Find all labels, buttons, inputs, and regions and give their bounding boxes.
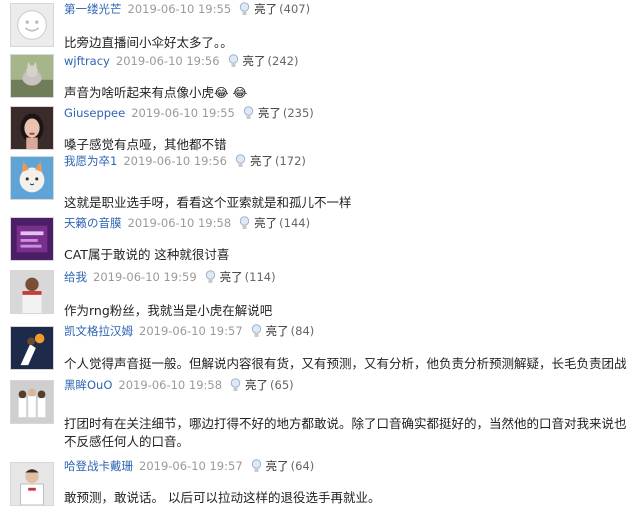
comment-text: 声音为啥听起来有点像小虎😂 😂 — [64, 85, 248, 100]
comment-time: 2019-06-10 19:55 — [131, 106, 235, 120]
like-count: (114) — [244, 270, 276, 284]
like-button[interactable]: 亮了 (407) — [239, 1, 310, 17]
username-link[interactable]: 凯文格拉汉姆 — [64, 323, 133, 339]
like-button[interactable]: 亮了 (114) — [205, 269, 276, 285]
lightbulb-icon — [239, 1, 250, 15]
username-link[interactable]: wjftracy — [64, 54, 110, 68]
comment-meta: 哈登战卡戴珊 2019-06-10 19:57 亮了 (64) — [64, 457, 314, 475]
cartoon-cat-avatar[interactable] — [10, 156, 54, 200]
comment-meta: 凯文格拉汉姆 2019-06-10 19:57 亮了 (84) — [64, 322, 314, 340]
dunk-photo-avatar[interactable] — [10, 326, 54, 370]
like-button[interactable]: 亮了 (235) — [243, 105, 314, 121]
player-photo-avatar[interactable] — [10, 462, 54, 506]
username-link[interactable]: Giuseppee — [64, 106, 125, 120]
comment-time: 2019-06-10 19:56 — [123, 154, 227, 168]
comment-meta: 第一缕光芒 2019-06-10 19:55 亮了 (407) — [64, 0, 310, 18]
comment-text: 个人觉得声音挺一般。但解说内容很有货，又有预测，又有分析，他负责分析预测解疑，长… — [64, 356, 627, 371]
username-link[interactable]: 我愿为卒1 — [64, 153, 117, 169]
comment-meta: Giuseppee 2019-06-10 19:55 亮了 (235) — [64, 104, 314, 122]
comment-time: 2019-06-10 19:55 — [127, 2, 232, 16]
lightbulb-icon — [239, 215, 250, 229]
comment-time: 2019-06-10 19:58 — [127, 216, 232, 230]
basketball-player-avatar[interactable] — [10, 270, 54, 314]
lightbulb-icon — [205, 269, 215, 283]
comment-time: 2019-06-10 19:56 — [115, 54, 220, 68]
comment-text: 这就是职业选手呀，看看这个亚索就是和孤儿不一样 — [64, 195, 352, 210]
comment-text: CAT属于敢说的 这种就很讨喜 — [64, 247, 230, 262]
comment-text: 作为rng粉丝，我就当是小虎在解说吧 — [64, 303, 273, 318]
username-link[interactable]: 给我 — [64, 269, 87, 285]
comment-time: 2019-06-10 19:58 — [118, 378, 223, 392]
like-label: 亮了 — [242, 54, 266, 68]
like-count: (172) — [274, 154, 306, 168]
lightbulb-icon — [230, 377, 241, 391]
like-count: (65) — [270, 378, 294, 392]
like-button[interactable]: 亮了 (144) — [239, 215, 310, 231]
username-link[interactable]: 哈登战卡戴珊 — [64, 458, 133, 474]
lightbulb-icon — [251, 458, 261, 472]
comment-time: 2019-06-10 19:59 — [93, 270, 197, 284]
like-label: 亮了 — [265, 459, 289, 473]
like-button[interactable]: 亮了 (242) — [228, 53, 299, 69]
like-label: 亮了 — [254, 2, 278, 16]
like-button[interactable]: 亮了 (172) — [235, 153, 306, 169]
like-count: (64) — [290, 459, 315, 473]
username-link[interactable]: 第一缕光芒 — [64, 1, 122, 17]
like-label: 亮了 — [249, 154, 273, 168]
comment-meta: wjftracy 2019-06-10 19:56 亮了 (242) — [64, 52, 298, 70]
poster-avatar[interactable] — [10, 217, 54, 261]
like-count: (144) — [279, 216, 311, 230]
username-link[interactable]: 天籁の音膜 — [64, 215, 122, 231]
comment-meta: 黑眸OuO 2019-06-10 19:58 亮了 (65) — [64, 376, 294, 394]
team-photo-avatar[interactable] — [10, 380, 54, 424]
comment-text: 敢预测，敢说话。 以后可以拉动这样的退役选手再就业。 — [64, 490, 381, 505]
default-face-avatar[interactable] — [10, 3, 54, 47]
username-link[interactable]: 黑眸OuO — [64, 377, 112, 393]
lightbulb-icon — [251, 323, 261, 337]
cat-photo-avatar[interactable] — [10, 54, 54, 98]
lightbulb-icon — [228, 53, 238, 67]
like-label: 亮了 — [265, 324, 289, 338]
like-button[interactable]: 亮了 (65) — [230, 377, 294, 393]
comment-text: 比旁边直播间小伞好太多了。。 — [64, 35, 233, 50]
comment-time: 2019-06-10 19:57 — [139, 459, 243, 473]
like-label: 亮了 — [254, 216, 278, 230]
like-button[interactable]: 亮了 (64) — [251, 458, 315, 474]
like-button[interactable]: 亮了 (84) — [251, 323, 315, 339]
like-count: (84) — [290, 324, 315, 338]
comment-meta: 给我 2019-06-10 19:59 亮了 (114) — [64, 268, 276, 286]
like-count: (407) — [279, 2, 311, 16]
comment-meta: 我愿为卒1 2019-06-10 19:56 亮了 (172) — [64, 152, 306, 170]
comment-time: 2019-06-10 19:57 — [139, 324, 243, 338]
comment-meta: 天籁の音膜 2019-06-10 19:58 亮了 (144) — [64, 214, 310, 232]
woman-photo-avatar[interactable] — [10, 106, 54, 150]
like-label: 亮了 — [245, 378, 269, 392]
like-label: 亮了 — [219, 270, 243, 284]
comment-text: 嗓子感觉有点哑，其他都不错 — [64, 137, 227, 152]
like-count: (242) — [267, 54, 299, 68]
lightbulb-icon — [235, 153, 246, 167]
like-label: 亮了 — [257, 106, 281, 120]
like-count: (235) — [282, 106, 314, 120]
lightbulb-icon — [243, 105, 254, 119]
comment-text: 打团时有在关注细节，哪边打得不好的地方都敢说。除了口音确实都挺好的，当然他的口音… — [64, 416, 627, 449]
